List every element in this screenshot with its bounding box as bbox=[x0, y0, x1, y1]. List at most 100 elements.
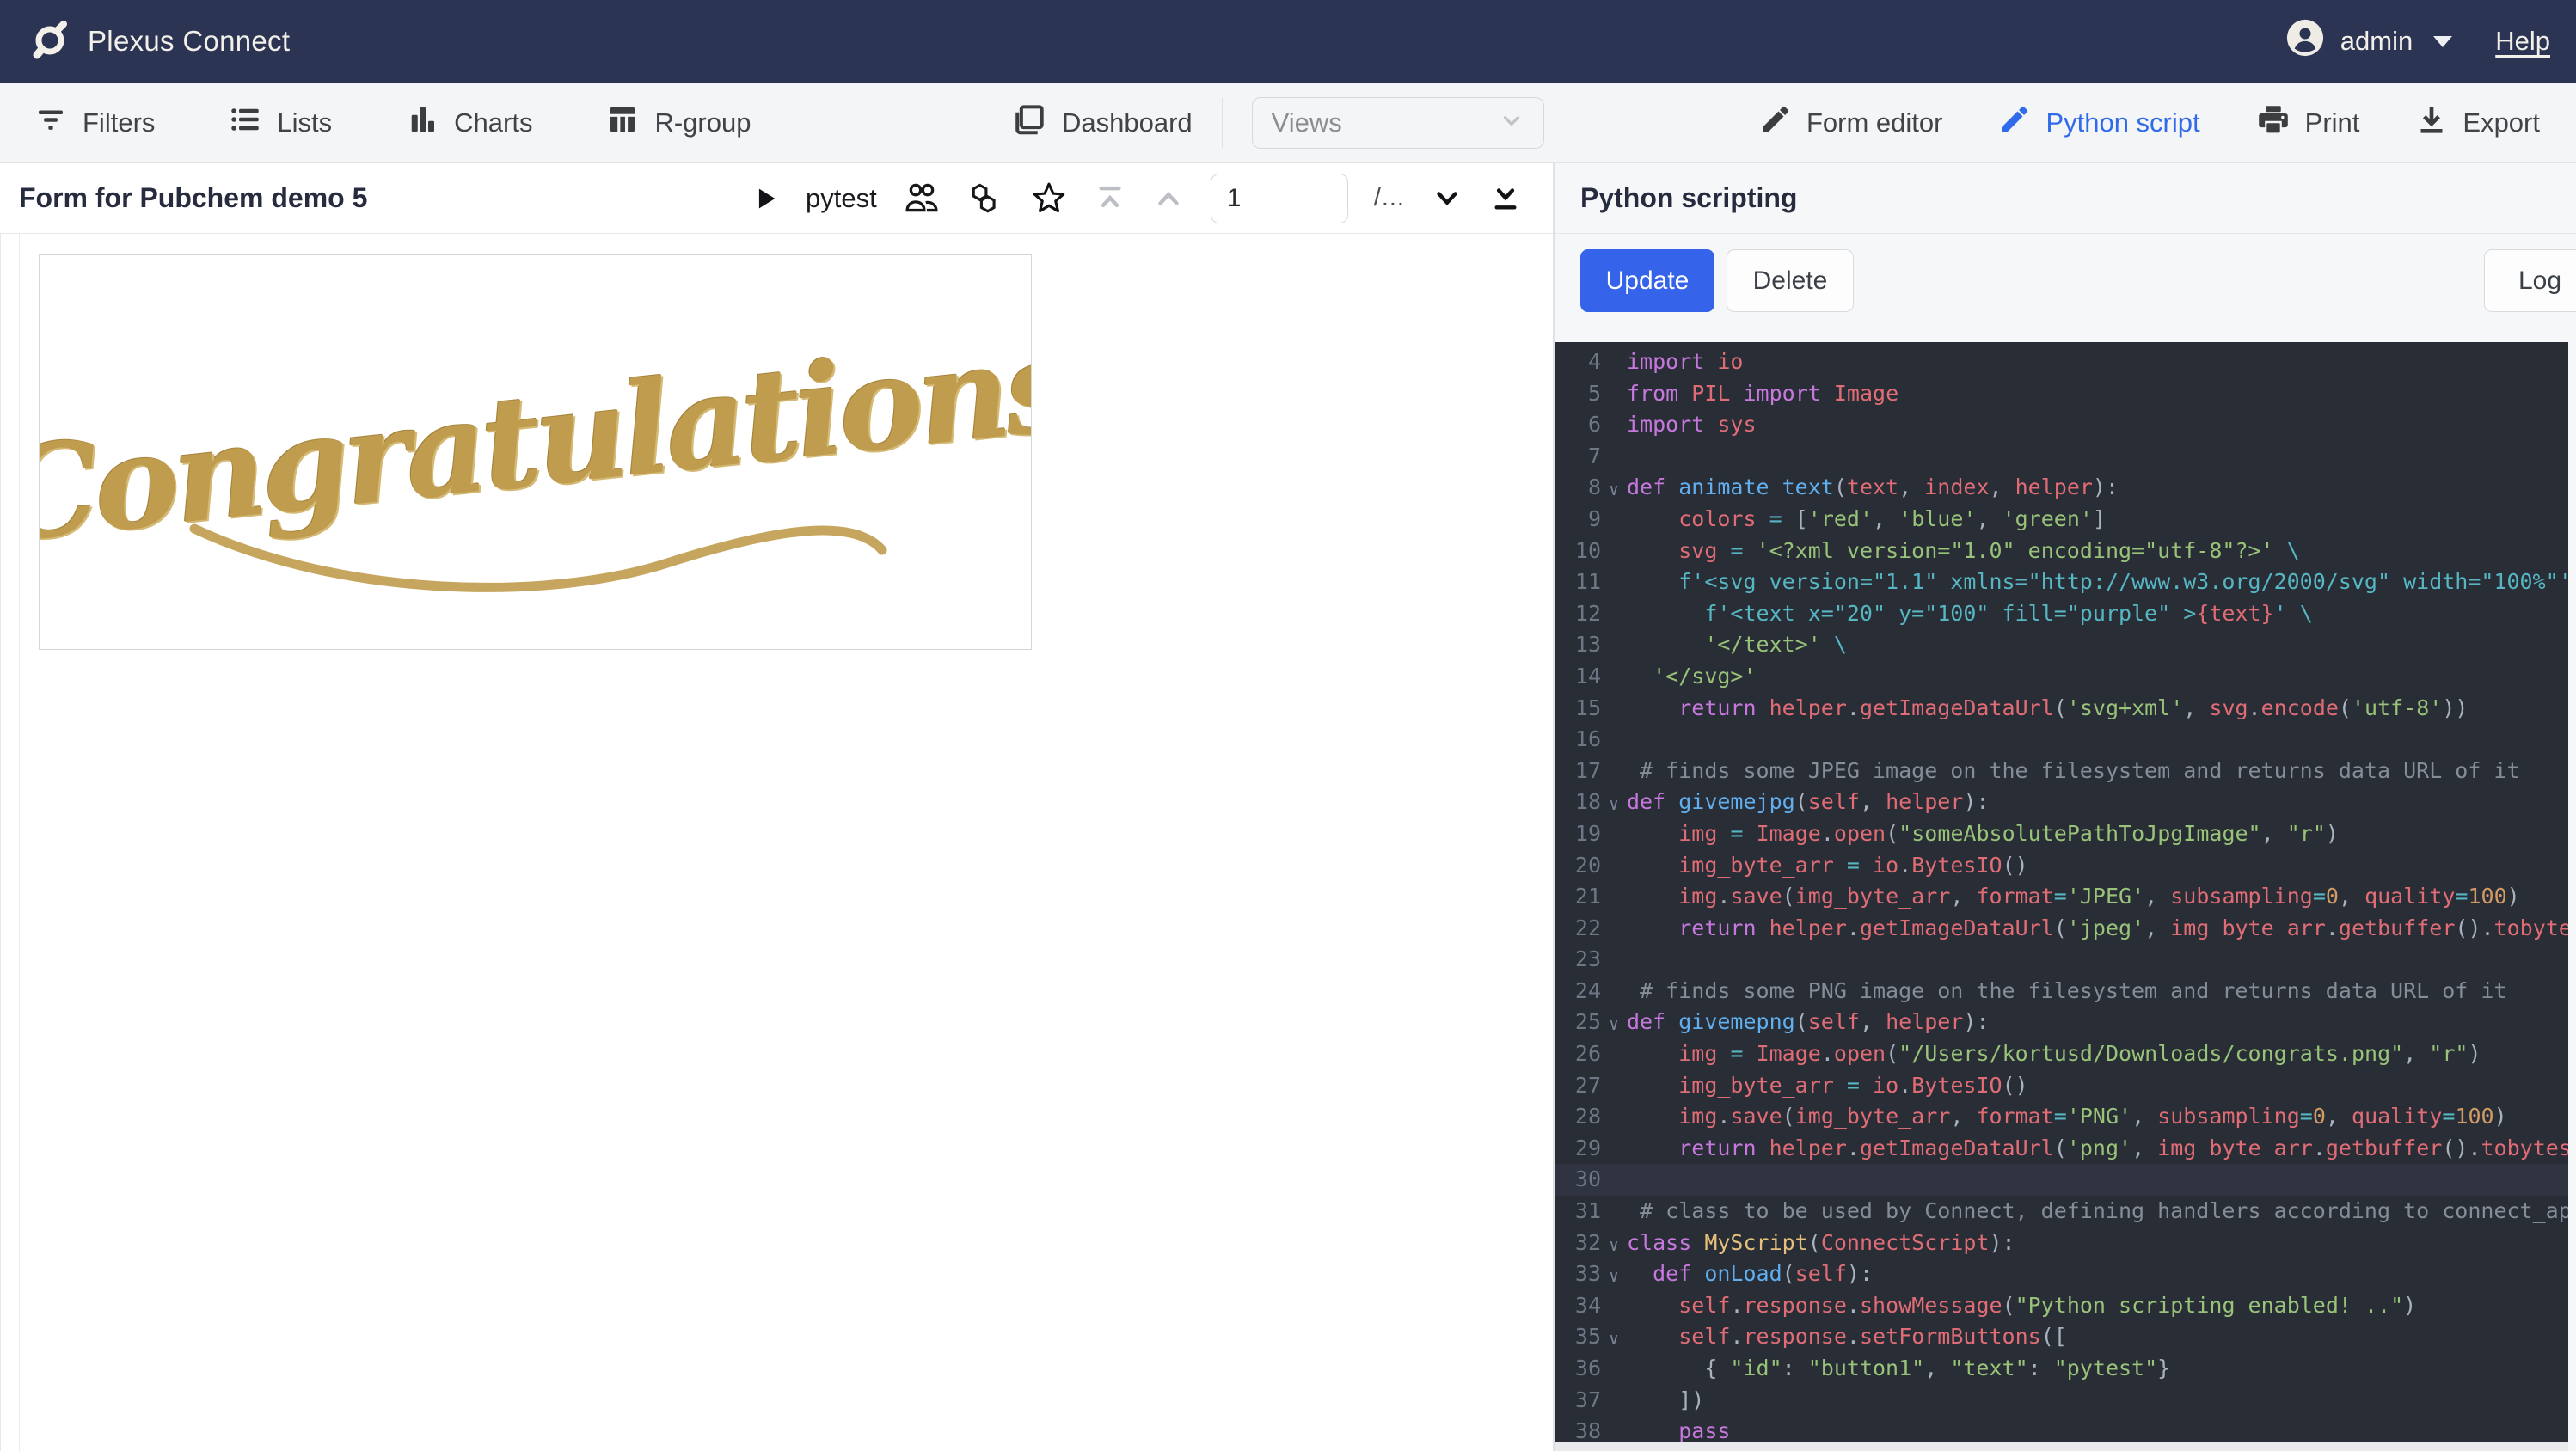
log-button[interactable]: Log bbox=[2484, 249, 2576, 312]
run-script-button[interactable] bbox=[751, 184, 780, 213]
code-line-34[interactable]: 34 self.response.showMessage("Python scr… bbox=[1555, 1290, 2568, 1322]
filters-button[interactable]: Filters bbox=[33, 101, 155, 144]
record-number-input[interactable] bbox=[1210, 173, 1348, 223]
code-line-19[interactable]: 19 img = Image.open("someAbsolutePathToJ… bbox=[1555, 818, 2568, 850]
code-line-35[interactable]: 35 ∨ self.response.setFormButtons([ bbox=[1555, 1321, 2568, 1353]
python-code-editor[interactable]: 4 import io 5 from PIL import Image 6 import … bbox=[1555, 342, 2568, 1442]
users-icon[interactable] bbox=[903, 180, 941, 217]
line-number: 18 bbox=[1574, 789, 1601, 815]
code-line-7[interactable]: 7 bbox=[1555, 441, 2568, 473]
code-line-26[interactable]: 26 img = Image.open("/Users/kortusd/Down… bbox=[1555, 1038, 2568, 1070]
code-line-15[interactable]: 15 return helper.getImageDataUrl('svg+xm… bbox=[1555, 693, 2568, 725]
fold-arrow-icon[interactable]: ∨ bbox=[1601, 789, 1627, 821]
code-line-18[interactable]: 18 ∨ def givemejpg(self, helper): bbox=[1555, 787, 2568, 818]
congratulations-image-widget[interactable]: Congratulations bbox=[39, 254, 1032, 650]
fold-gutter bbox=[1601, 1104, 1627, 1136]
previous-record-icon[interactable] bbox=[1152, 182, 1185, 215]
code-text: import sys bbox=[1627, 412, 1757, 438]
fold-arrow-icon[interactable]: ∨ bbox=[1601, 1261, 1627, 1293]
code-line-28[interactable]: 28 img.save(img_byte_arr, format='PNG', … bbox=[1555, 1101, 2568, 1133]
code-line-30[interactable]: 30 bbox=[1555, 1164, 2568, 1197]
code-text: return helper.getImageDataUrl('jpeg', im… bbox=[1678, 915, 2568, 940]
code-line-17[interactable]: 17 # finds some JPEG image on the filesy… bbox=[1555, 756, 2568, 787]
code-line-38[interactable]: 38 pass bbox=[1555, 1416, 2568, 1442]
fold-gutter bbox=[1601, 1198, 1627, 1230]
code-line-23[interactable]: 23 bbox=[1555, 944, 2568, 976]
code-line-10[interactable]: 10 svg = '<?xml version="1.0" encoding="… bbox=[1555, 536, 2568, 567]
run-button-label[interactable]: pytest bbox=[806, 183, 877, 214]
python-script-tab[interactable]: Python script bbox=[1997, 102, 2200, 144]
code-line-29[interactable]: 29 return helper.getImageDataUrl('png', … bbox=[1555, 1133, 2568, 1165]
views-select[interactable]: Views bbox=[1251, 96, 1544, 149]
line-number: 13 bbox=[1574, 632, 1601, 658]
code-line-11[interactable]: 11 f'<svg version="1.1" xmlns="http://ww… bbox=[1555, 566, 2568, 598]
rgroup-button[interactable]: R-group bbox=[604, 101, 751, 144]
fold-gutter bbox=[1601, 978, 1627, 1010]
code-text: return helper.getImageDataUrl('png', img… bbox=[1678, 1135, 2568, 1160]
code-text: { "id": "button1", "text": "pytest"} bbox=[1704, 1356, 2171, 1381]
fold-arrow-icon[interactable]: ∨ bbox=[1601, 1324, 1627, 1356]
fold-gutter bbox=[1601, 915, 1627, 947]
scroll-to-bottom-icon[interactable] bbox=[1489, 182, 1522, 215]
scroll-to-top-icon[interactable] bbox=[1094, 182, 1126, 215]
code-line-8[interactable]: 8 ∨ def animate_text(text, index, helper): bbox=[1555, 472, 2568, 504]
python-script-label: Python script bbox=[2045, 107, 2200, 138]
printer-icon bbox=[2255, 101, 2291, 144]
code-line-22[interactable]: 22 return helper.getImageDataUrl('jpeg',… bbox=[1555, 913, 2568, 945]
fold-gutter bbox=[1601, 444, 1627, 475]
delete-button[interactable]: Delete bbox=[1727, 249, 1854, 312]
code-line-5[interactable]: 5 from PIL import Image bbox=[1555, 378, 2568, 410]
editor-horizontal-scrollbar[interactable] bbox=[1555, 1442, 2568, 1451]
update-button[interactable]: Update bbox=[1580, 249, 1714, 312]
form-panel-header: Form for Pubchem demo 5 pytest 1 /... bbox=[0, 163, 1553, 234]
code-line-36[interactable]: 36 { "id": "button1", "text": "pytest"} bbox=[1555, 1353, 2568, 1385]
code-line-12[interactable]: 12 f'<text x="20" y="100" fill="purple" … bbox=[1555, 598, 2568, 630]
code-line-6[interactable]: 6 import sys bbox=[1555, 409, 2568, 441]
user-menu[interactable]: admin bbox=[2285, 18, 2453, 64]
code-line-24[interactable]: 24 # finds some PNG image on the filesys… bbox=[1555, 976, 2568, 1007]
code-line-21[interactable]: 21 img.save(img_byte_arr, format='JPEG',… bbox=[1555, 881, 2568, 913]
fold-arrow-icon[interactable]: ∨ bbox=[1601, 1230, 1627, 1262]
export-button[interactable]: Export bbox=[2414, 102, 2540, 144]
filter-icon bbox=[33, 101, 69, 144]
code-line-20[interactable]: 20 img_byte_arr = io.BytesIO() bbox=[1555, 850, 2568, 882]
structure-icon[interactable] bbox=[966, 180, 1004, 217]
line-number: 14 bbox=[1574, 663, 1601, 689]
code-line-16[interactable]: 16 bbox=[1555, 724, 2568, 756]
code-line-13[interactable]: 13 '</text>' \ bbox=[1555, 629, 2568, 661]
favorite-star-icon[interactable] bbox=[1030, 180, 1068, 217]
code-line-32[interactable]: 32 ∨ class MyScript(ConnectScript): bbox=[1555, 1228, 2568, 1259]
plexus-logo-icon bbox=[29, 19, 71, 64]
next-record-icon[interactable] bbox=[1431, 182, 1463, 215]
code-line-25[interactable]: 25 ∨ def givemepng(self, helper): bbox=[1555, 1007, 2568, 1038]
code-line-37[interactable]: 37 ]) bbox=[1555, 1385, 2568, 1417]
lists-button[interactable]: Lists bbox=[227, 101, 332, 144]
print-label: Print bbox=[2304, 107, 2360, 138]
code-line-9[interactable]: 9 colors = ['red', 'blue', 'green'] bbox=[1555, 504, 2568, 536]
code-line-27[interactable]: 27 img_byte_arr = io.BytesIO() bbox=[1555, 1070, 2568, 1102]
dashboard-button[interactable]: Dashboard bbox=[1010, 101, 1193, 145]
fold-arrow-icon[interactable]: ∨ bbox=[1601, 474, 1627, 506]
toolbar-divider bbox=[1221, 97, 1223, 148]
code-text: svg = '<?xml version="1.0" encoding="utf… bbox=[1678, 537, 2300, 563]
fold-arrow-icon[interactable]: ∨ bbox=[1601, 1009, 1627, 1041]
help-link[interactable]: Help bbox=[2495, 26, 2550, 57]
code-line-31[interactable]: 31 # class to be used by Connect, defini… bbox=[1555, 1196, 2568, 1228]
brand-name: Plexus Connect bbox=[88, 25, 291, 57]
line-number: 27 bbox=[1574, 1072, 1601, 1098]
fold-gutter bbox=[1601, 884, 1627, 915]
code-text: def givemejpg(self, helper): bbox=[1627, 789, 1990, 815]
line-number: 33 bbox=[1574, 1261, 1601, 1287]
form-editor-label: Form editor bbox=[1806, 107, 1943, 138]
export-label: Export bbox=[2463, 107, 2540, 138]
code-line-4[interactable]: 4 import io bbox=[1555, 346, 2568, 378]
code-line-33[interactable]: 33 ∨ def onLoad(self): bbox=[1555, 1258, 2568, 1290]
brand[interactable]: Plexus Connect bbox=[29, 19, 290, 64]
form-editor-button[interactable]: Form editor bbox=[1758, 102, 1942, 144]
code-text: # finds some PNG image on the filesystem… bbox=[1640, 977, 2507, 1003]
code-line-14[interactable]: 14 '</svg>' bbox=[1555, 661, 2568, 693]
print-button[interactable]: Print bbox=[2255, 101, 2360, 144]
code-text: def givemepng(self, helper): bbox=[1627, 1009, 1990, 1035]
charts-button[interactable]: Charts bbox=[404, 101, 532, 144]
form-canvas: Congratulations bbox=[0, 234, 1553, 1451]
